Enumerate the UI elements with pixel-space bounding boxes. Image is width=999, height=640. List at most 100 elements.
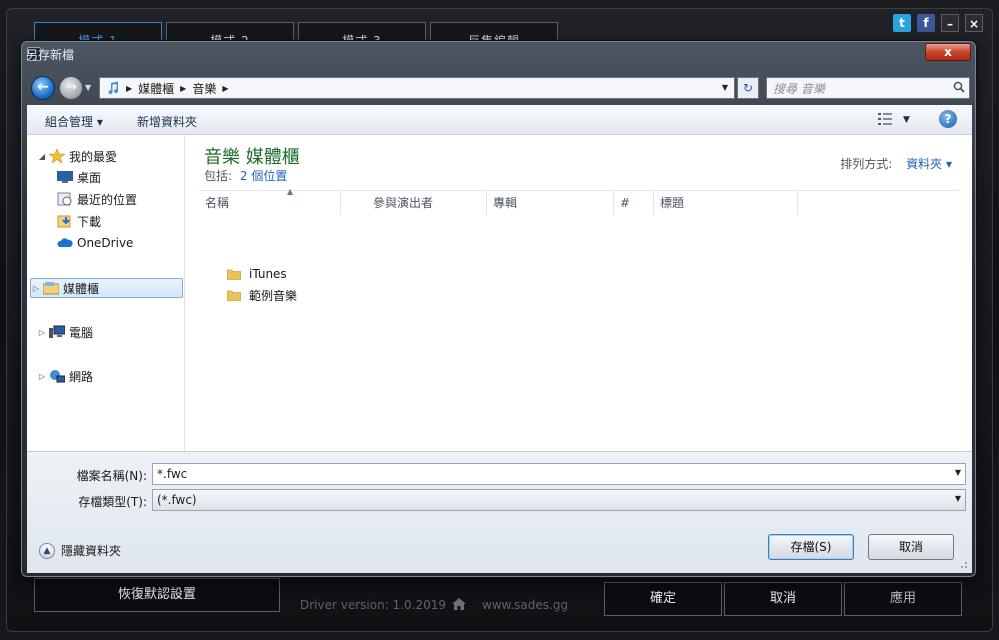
computer-icon xyxy=(49,325,65,338)
nav-computer-label: 電腦 xyxy=(69,325,94,340)
confirm-button[interactable]: 確定 xyxy=(604,582,722,616)
column-header-album[interactable]: 專輯 xyxy=(487,191,614,215)
search-icon[interactable] xyxy=(953,81,965,93)
resize-grip-icon[interactable] xyxy=(958,559,968,569)
libraries-icon xyxy=(43,282,59,295)
address-dropdown-icon[interactable]: ▼ xyxy=(722,83,728,92)
hide-folders-toggle[interactable]: ▲ 隱藏資料夾 xyxy=(39,542,121,559)
library-title: 音樂 媒體櫃 xyxy=(204,147,300,168)
arrange-by-label: 排列方式: xyxy=(840,157,893,171)
expand-arrow-icon[interactable]: ▷ xyxy=(37,372,47,381)
nav-recent-label: 最近的位置 xyxy=(77,192,138,207)
list-item-label: 範例音樂 xyxy=(249,288,298,303)
dialog-close-button[interactable]: x xyxy=(925,43,971,61)
network-icon xyxy=(50,370,65,383)
filename-dropdown-icon[interactable]: ▼ xyxy=(955,468,961,477)
nav-onedrive-label: OneDrive xyxy=(77,236,134,250)
save-options-area: 檔案名稱(N): *.fwc ▼ 存檔類型(T): (*.fwc) ▼ ▲ 隱藏… xyxy=(27,451,972,573)
twitter-icon[interactable]: t xyxy=(893,14,911,32)
list-item-label: iTunes xyxy=(249,267,287,281)
hide-folders-label: 隱藏資料夾 xyxy=(61,544,122,558)
website-link[interactable]: www.sades.gg xyxy=(482,598,568,612)
back-button[interactable]: ← xyxy=(31,76,55,100)
cancel-button[interactable]: 取消 xyxy=(868,534,954,560)
arrange-by: 排列方式: 資料夾 ▾ xyxy=(840,155,952,172)
home-icon[interactable] xyxy=(452,598,466,610)
refresh-button[interactable]: ↻ xyxy=(737,77,759,99)
list-item[interactable]: 範例音樂 xyxy=(227,285,297,305)
downloads-folder-icon xyxy=(57,215,71,228)
help-icon[interactable]: ? xyxy=(939,110,957,128)
nav-network[interactable]: ▷ 網路 xyxy=(37,366,93,386)
filetype-dropdown-icon[interactable]: ▼ xyxy=(955,494,961,503)
nav-computer[interactable]: ▷ 電腦 xyxy=(37,322,93,342)
file-list-pane: 音樂 媒體櫃 包括: 2 個位置 排列方式: 資料夾 ▾ 名稱 參與演出者 專輯… xyxy=(185,135,972,451)
forward-button[interactable]: → xyxy=(59,76,83,100)
search-input[interactable]: 搜尋 音樂 xyxy=(766,77,970,99)
nav-libraries[interactable]: ▷ 媒體櫃 xyxy=(30,278,183,298)
nav-favorites-label: 我的最愛 xyxy=(69,149,118,164)
folder-icon xyxy=(227,269,241,280)
breadcrumb-arrow-icon[interactable]: ▶ xyxy=(180,84,186,93)
includes-label: 包括: xyxy=(204,169,233,183)
command-toolbar: 組合管理 ▾ 新增資料夾 ▼ ? xyxy=(27,105,972,135)
filetype-select[interactable]: (*.fwc) ▼ xyxy=(152,489,966,511)
nav-desktop[interactable]: 桌面 xyxy=(55,167,101,187)
nav-desktop-label: 桌面 xyxy=(77,170,102,185)
filetype-value: (*.fwc) xyxy=(157,493,197,507)
folder-icon xyxy=(227,290,241,301)
chevron-up-icon: ▲ xyxy=(39,542,55,559)
navigation-pane: ◢ 我的最愛 桌面 最近的位置 下載 OneDrive ▷ 媒體櫃 ▷ 電腦 ▷… xyxy=(27,135,185,451)
music-note-icon xyxy=(108,81,119,95)
nav-downloads[interactable]: 下載 xyxy=(55,211,101,231)
new-folder-button[interactable]: 新增資料夾 xyxy=(137,113,197,130)
save-button[interactable]: 存檔(S) xyxy=(768,534,854,560)
onedrive-cloud-icon xyxy=(57,238,73,247)
filename-input[interactable]: *.fwc ▼ xyxy=(152,463,966,485)
expand-arrow-icon[interactable]: ▷ xyxy=(37,328,47,337)
filename-value: *.fwc xyxy=(157,467,188,481)
column-header-track-number[interactable]: # xyxy=(614,191,654,215)
minimize-icon[interactable]: – xyxy=(941,14,959,32)
organize-menu[interactable]: 組合管理 ▾ xyxy=(45,113,103,130)
dialog-title: 另存新檔 xyxy=(26,48,75,62)
filetype-label: 存檔類型(T): xyxy=(78,495,147,509)
nav-onedrive[interactable]: OneDrive xyxy=(55,233,133,253)
includes-locations-link[interactable]: 2 個位置 xyxy=(240,169,287,183)
column-header-name[interactable]: 名稱 xyxy=(199,191,341,215)
breadcrumb-music[interactable]: 音樂 xyxy=(192,80,216,97)
filename-label: 檔案名稱(N): xyxy=(76,469,147,483)
driver-version-text: Driver version: 1.0.2019 xyxy=(300,598,446,612)
nav-network-label: 網路 xyxy=(69,369,94,384)
nav-libraries-label: 媒體櫃 xyxy=(63,281,100,296)
recent-pages-dropdown[interactable]: ▼ xyxy=(85,83,95,93)
app-cancel-button[interactable]: 取消 xyxy=(724,582,842,616)
expand-arrow-icon[interactable]: ▷ xyxy=(31,284,41,293)
view-dropdown-icon[interactable]: ▼ xyxy=(903,115,910,125)
save-as-dialog: x ← → ▼ ▶ 媒體櫃 ▶ 音樂 ▶ ▼ ↻ 搜尋 音樂 組合管理 ▾ 新增… xyxy=(20,40,977,578)
address-bar[interactable]: ▶ 媒體櫃 ▶ 音樂 ▶ ▼ xyxy=(99,77,735,99)
apply-button[interactable]: 應用 xyxy=(844,582,962,616)
breadcrumb-arrow-icon[interactable]: ▶ xyxy=(126,84,132,93)
column-header-artists[interactable]: 參與演出者 xyxy=(367,191,487,215)
nav-recent-places[interactable]: 最近的位置 xyxy=(55,189,137,209)
sort-ascending-icon: ▲ xyxy=(287,187,294,196)
breadcrumb-arrow-icon[interactable]: ▶ xyxy=(222,84,228,93)
nav-favorites[interactable]: ◢ 我的最愛 xyxy=(37,146,117,166)
nav-downloads-label: 下載 xyxy=(77,214,102,229)
collapse-arrow-icon[interactable]: ◢ xyxy=(37,152,47,161)
library-includes: 包括: 2 個位置 xyxy=(204,167,287,184)
desktop-icon xyxy=(57,171,73,183)
breadcrumb-libraries[interactable]: 媒體櫃 xyxy=(138,80,174,97)
search-placeholder: 搜尋 音樂 xyxy=(773,82,825,96)
restore-defaults-button[interactable]: 恢復默認設置 xyxy=(34,578,280,612)
recent-places-icon xyxy=(57,192,72,206)
close-icon[interactable]: × xyxy=(965,14,983,32)
facebook-icon[interactable]: f xyxy=(917,14,935,32)
column-header-title[interactable]: 標題 xyxy=(654,191,798,215)
view-options-icon[interactable] xyxy=(878,113,892,125)
app-title-icons: t f – × xyxy=(893,14,983,32)
arrange-by-dropdown[interactable]: 資料夾 ▾ xyxy=(906,157,952,171)
star-icon xyxy=(49,149,65,163)
list-item[interactable]: iTunes xyxy=(227,264,287,284)
